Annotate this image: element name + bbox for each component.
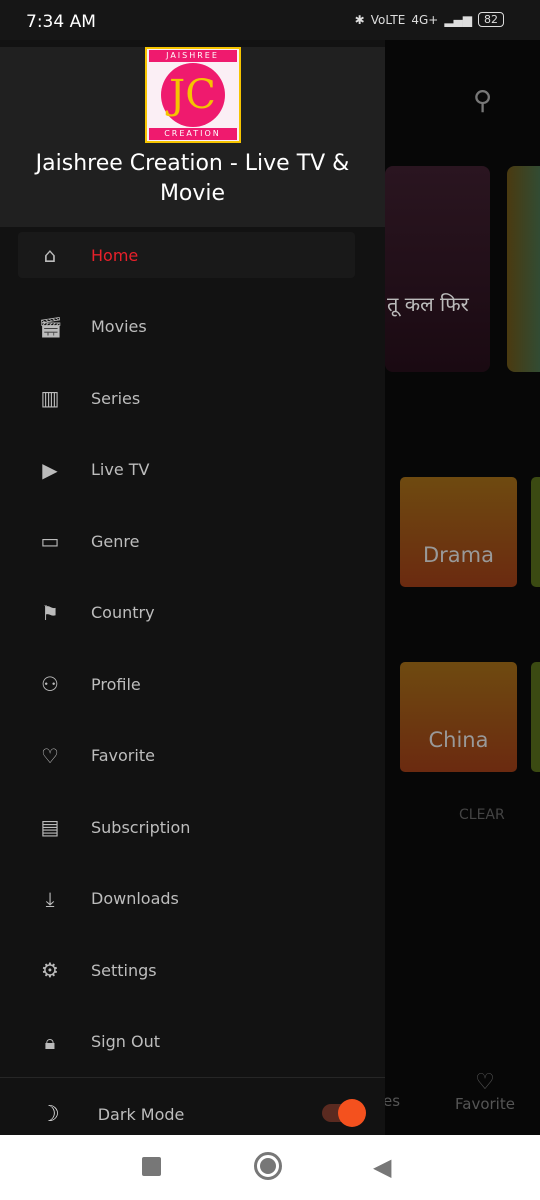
drawer-header: JAISHREE JC CREATION Jaishree Creation - L… [0,47,385,227]
back-button[interactable]: ◀ [373,1153,391,1181]
poster-card[interactable]: तू कल फिर [385,166,490,372]
sidebar-item-country[interactable]: ⚑ Country [18,590,355,636]
folder-icon: ▭ [40,529,60,553]
clear-button[interactable]: CLEAR [459,807,505,823]
bluetooth-icon: ✱ [354,12,365,27]
download-icon: ⤓ [45,886,55,911]
sidebar-item-series[interactable]: ▥ Series [18,375,355,421]
home-screen-background: ⚲ तू कल फिर Drama China CLEAR es ♡ Favori… [385,40,540,1135]
home-button[interactable] [254,1152,282,1180]
sidebar-item-label: Downloads [91,889,179,908]
movie-icon: 🎬︎ [38,314,64,339]
sidebar-item-settings[interactable]: ⚙ Settings [18,947,355,993]
genre-tile-china[interactable]: China [400,662,517,772]
status-bar: 7:34 AM ✱ VoLTE 4G+ ▂▄▆ 82 [0,0,540,40]
heart-icon: ♡ [475,1070,495,1095]
divider [0,1077,385,1078]
sidebar-item-label: Movies [91,317,147,336]
dark-mode-row[interactable]: ☽ Dark Mode [0,1096,385,1132]
sidebar-item-live-tv[interactable]: ▶ Live TV [18,447,355,493]
moon-icon: ☽ [40,1101,60,1127]
sidebar-item-label: Country [91,603,155,622]
sidebar-item-profile[interactable]: ⚇ Profile [18,661,355,707]
sidebar-item-subscription[interactable]: ▤ Subscription [18,804,355,850]
gear-icon: ⚙ [41,958,59,982]
sidebar-item-sign-out[interactable]: 🔒︎ Sign Out [18,1019,355,1065]
sidebar-item-label: Home [91,245,139,265]
flag-icon: ⚑ [41,600,59,625]
person-icon: ⚇ [41,672,59,696]
battery-icon: 82 [478,12,504,27]
app-title: Jaishree Creation - Live TV & Movie [35,151,350,206]
genre-tile-drama[interactable]: Drama [400,477,517,587]
system-nav-bar: ◀ [0,1135,540,1200]
recents-button[interactable] [142,1157,161,1176]
sidebar-item-home[interactable]: ⌂ Home [18,232,355,278]
lock-icon: 🔒︎ [44,1029,56,1054]
network-type: 4G+ [411,12,439,27]
tv-icon: ▶ [42,457,58,482]
sidebar-item-label: Profile [91,674,141,694]
home-icon: ⌂ [43,243,57,267]
sidebar-item-favorite[interactable]: ♡ Favorite [18,733,355,779]
sidebar-item-label: Subscription [91,817,191,837]
sidebar-item-label: Live TV [91,460,150,479]
genre-tile[interactable] [531,477,540,587]
search-icon[interactable]: ⚲ [473,86,492,116]
genre-tile[interactable] [531,662,540,772]
sidebar-item-downloads[interactable]: ⤓ Downloads [18,876,355,922]
sidebar-item-label: Sign Out [91,1032,160,1051]
poster-card[interactable] [507,166,540,372]
sidebar-item-label: Genre [91,531,140,551]
heart-icon: ♡ [41,743,59,768]
sidebar-item-movies[interactable]: 🎬︎ Movies [18,304,355,350]
bottom-nav-partial[interactable]: es [385,1092,400,1110]
volte-icon: VoLTE [370,12,406,27]
sidebar-item-label: Favorite [91,746,155,765]
subscription-icon: ▤ [40,815,60,839]
bottom-nav-favorite[interactable]: ♡ Favorite [455,1070,515,1113]
clock: 7:34 AM [26,12,96,32]
dark-mode-label: Dark Mode [97,1104,185,1124]
navigation-drawer: JAISHREE JC CREATION Jaishree Creation - L… [0,40,385,1135]
signal-icon: ▂▄▆ [444,12,472,27]
sidebar-item-genre[interactable]: ▭ Genre [18,518,355,564]
film-icon: ▥ [40,386,60,410]
app-logo: JAISHREE JC CREATION [144,47,241,143]
sidebar-item-label: Series [91,388,141,408]
dark-mode-toggle[interactable] [322,1099,366,1127]
sidebar-item-label: Settings [91,960,157,980]
